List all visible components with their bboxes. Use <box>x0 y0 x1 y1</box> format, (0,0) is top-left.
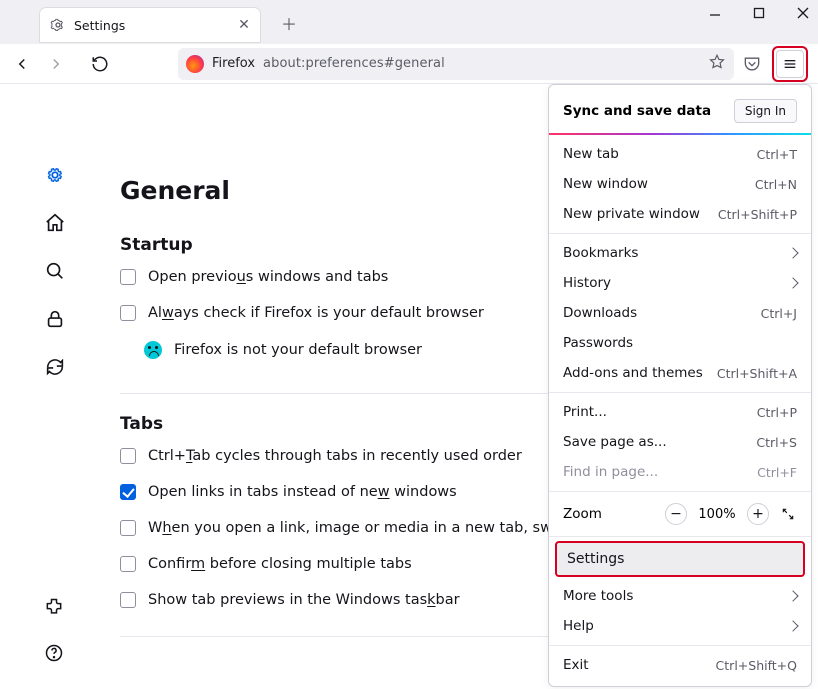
menu-passwords[interactable]: Passwords <box>549 328 811 358</box>
gear-icon <box>50 17 66 33</box>
label: Firefox is not your default browser <box>174 342 422 358</box>
menu-addons[interactable]: Add-ons and themesCtrl+Shift+A <box>549 358 811 388</box>
zoom-out-button[interactable]: − <box>665 503 687 525</box>
menu-new-window[interactable]: New windowCtrl+N <box>549 169 811 199</box>
label: Open previous windows and tabs <box>148 269 388 285</box>
new-tab-button[interactable]: ＋ <box>280 14 298 32</box>
pocket-icon[interactable] <box>736 48 768 80</box>
separator <box>549 645 811 646</box>
zoom-value: 100% <box>697 507 737 522</box>
menu-sync-header: Sync and save data Sign In <box>549 91 811 133</box>
browser-tab-settings[interactable]: Settings ✕ <box>40 8 260 42</box>
label: Ctrl+Tab cycles through tabs in recently… <box>148 448 522 464</box>
checkbox[interactable] <box>120 520 136 536</box>
checkbox[interactable] <box>120 556 136 572</box>
app-menu-button-highlight <box>772 46 808 82</box>
menu-downloads[interactable]: DownloadsCtrl+J <box>549 298 811 328</box>
sidebar-help-icon[interactable] <box>44 643 66 665</box>
url-path: about:preferences#general <box>263 56 445 71</box>
maximize-button[interactable] <box>750 4 768 22</box>
sidebar-home-icon[interactable] <box>44 212 66 234</box>
checkbox[interactable] <box>120 269 136 285</box>
url-product: Firefox <box>212 56 255 71</box>
window-controls <box>706 4 812 22</box>
sidebar-privacy-icon[interactable] <box>44 308 66 330</box>
sidebar-search-icon[interactable] <box>44 260 66 282</box>
preferences-sidebar <box>0 84 110 689</box>
sync-header-label: Sync and save data <box>563 103 711 119</box>
menu-history[interactable]: History <box>549 268 811 298</box>
reload-button[interactable] <box>84 48 116 80</box>
firefox-logo-icon <box>186 55 204 73</box>
sidebar-sync-icon[interactable] <box>44 356 66 378</box>
app-menu-popup: Sync and save data Sign In New tabCtrl+T… <box>548 84 812 687</box>
sad-face-icon <box>144 341 162 359</box>
chevron-right-icon <box>789 588 797 604</box>
checkbox-checked[interactable] <box>120 484 136 500</box>
tab-title: Settings <box>74 18 125 33</box>
fullscreen-button[interactable] <box>779 505 797 523</box>
menu-exit[interactable]: ExitCtrl+Shift+Q <box>549 650 811 680</box>
label: Show tab previews in the Windows taskbar <box>148 592 460 608</box>
close-tab-button[interactable]: ✕ <box>236 17 252 33</box>
back-button[interactable] <box>6 48 38 80</box>
menu-gradient-separator <box>549 133 811 135</box>
label: Open links in tabs instead of new window… <box>148 484 457 500</box>
chevron-right-icon <box>789 618 797 634</box>
titlebar: Settings ✕ ＋ <box>0 0 818 44</box>
label: When you open a link, image or media in … <box>148 520 589 536</box>
menu-print[interactable]: Print...Ctrl+P <box>549 397 811 427</box>
url-bar[interactable]: Firefox about:preferences#general <box>178 48 734 80</box>
separator <box>549 392 811 393</box>
label: Always check if Firefox is your default … <box>148 305 484 321</box>
menu-new-tab[interactable]: New tabCtrl+T <box>549 139 811 169</box>
menu-help[interactable]: Help <box>549 611 811 641</box>
checkbox[interactable] <box>120 592 136 608</box>
menu-settings[interactable]: Settings <box>555 541 805 577</box>
checkbox[interactable] <box>120 448 136 464</box>
separator <box>549 536 811 537</box>
chevron-right-icon <box>789 245 797 261</box>
label: Confirm before closing multiple tabs <box>148 556 412 572</box>
menu-find: Find in page...Ctrl+F <box>549 457 811 487</box>
separator <box>549 233 811 234</box>
app-menu-button[interactable] <box>776 50 804 78</box>
menu-more-tools[interactable]: More tools <box>549 581 811 611</box>
menu-save-as[interactable]: Save page as...Ctrl+S <box>549 427 811 457</box>
bookmark-star-icon[interactable] <box>708 53 726 75</box>
sidebar-general-icon[interactable] <box>44 164 66 186</box>
separator <box>549 491 811 492</box>
minimize-button[interactable] <box>706 4 724 22</box>
menu-zoom-row: Zoom − 100% + <box>549 496 811 532</box>
sign-in-button[interactable]: Sign In <box>734 99 797 123</box>
nav-toolbar: Firefox about:preferences#general <box>0 44 818 84</box>
checkbox[interactable] <box>120 305 136 321</box>
close-window-button[interactable] <box>794 4 812 22</box>
zoom-in-button[interactable]: + <box>747 503 769 525</box>
menu-bookmarks[interactable]: Bookmarks <box>549 238 811 268</box>
zoom-label: Zoom <box>563 506 655 522</box>
menu-new-private-window[interactable]: New private windowCtrl+Shift+P <box>549 199 811 229</box>
sidebar-extensions-icon[interactable] <box>44 597 66 619</box>
chevron-right-icon <box>789 275 797 291</box>
forward-button[interactable] <box>40 48 72 80</box>
